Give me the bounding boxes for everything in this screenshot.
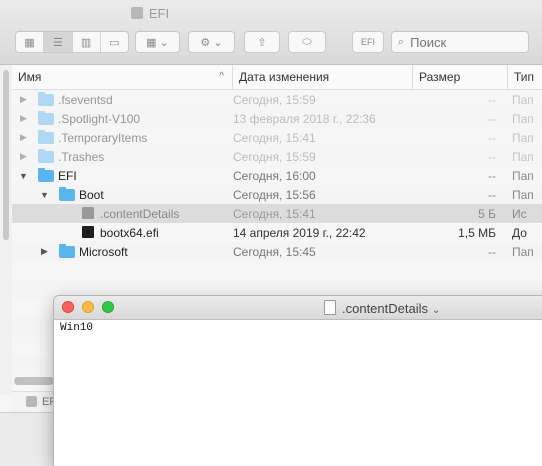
folder-icon (59, 187, 75, 201)
search-icon: ⌕ (398, 35, 405, 48)
disclosure-triangle-icon[interactable]: ▶ (20, 132, 27, 143)
minimize-button[interactable] (82, 301, 94, 313)
view-switcher: ▦ ☰ ▥ ▭ (15, 31, 129, 53)
search-input[interactable] (408, 33, 513, 51)
window-title: EFI (0, 6, 300, 21)
tag-button[interactable]: ⬭ (288, 31, 326, 53)
table-row[interactable]: ▶ Microsoft Сегодня, 15:45 -- Пап (12, 242, 542, 261)
efi-button[interactable]: EFI (352, 31, 384, 53)
disclosure-triangle-open-icon[interactable]: ▼ (40, 190, 49, 200)
disclosure-triangle-icon[interactable]: ▶ (41, 246, 48, 257)
text-content[interactable]: Win10 (54, 320, 542, 336)
folder-icon (38, 111, 54, 125)
folder-icon (59, 244, 75, 258)
table-row[interactable]: ▶ .fseventsd Сегодня, 15:59 -- Пап (12, 90, 542, 109)
sort-ascending-icon: ^ (219, 71, 224, 82)
table-row[interactable]: ▶ .Trashes Сегодня, 15:59 -- Пап (12, 147, 542, 166)
kind-column-header[interactable]: Тип (508, 65, 542, 89)
textedit-titlebar: .contentDetails ⌄ (54, 296, 542, 320)
search-field[interactable]: ⌕ (391, 31, 529, 53)
executable-icon (82, 226, 94, 238)
horizontal-scrollbar[interactable] (14, 377, 54, 385)
size-column-header[interactable]: Размер (413, 65, 508, 89)
group-button[interactable]: ▦ ⌄ (135, 31, 180, 53)
table-row[interactable]: ▼ EFI Сегодня, 16:00 -- Пап (12, 166, 542, 185)
table-row[interactable]: ▶ .TemporaryItems Сегодня, 15:41 -- Пап (12, 128, 542, 147)
action-button[interactable]: ⚙ ⌄ (188, 31, 235, 53)
table-row-selected[interactable]: .contentDetails Сегодня, 15:41 5 Б Ис (12, 204, 542, 223)
empty-row (12, 261, 542, 280)
share-button[interactable]: ⇧ (244, 31, 280, 53)
folder-icon (38, 92, 54, 106)
textedit-window: .contentDetails ⌄ Win10 (54, 296, 542, 466)
document-title[interactable]: .contentDetails ⌄ (324, 300, 440, 316)
disclosure-triangle-open-icon[interactable]: ▼ (19, 171, 28, 181)
date-column-header[interactable]: Дата изменения (233, 65, 413, 89)
table-row[interactable]: bootx64.efi 14 апреля 2019 г., 22:42 1,5 … (12, 223, 542, 242)
folder-icon (38, 130, 54, 144)
vertical-scrollbar[interactable] (3, 70, 9, 240)
column-view-button[interactable]: ▥ (73, 32, 101, 52)
disk-icon (130, 7, 143, 19)
gallery-view-button[interactable]: ▭ (101, 32, 128, 52)
disk-icon (26, 396, 37, 407)
folder-icon (38, 168, 54, 182)
finder-toolbar: EFI ▦ ☰ ▥ ▭ ▦ ⌄ ⚙ ⌄ ⇧ ⬭ EFI ⌕ (0, 0, 542, 65)
chevron-down-icon: ⌄ (432, 305, 441, 316)
disclosure-triangle-icon[interactable]: ▶ (20, 94, 27, 105)
document-icon (324, 300, 336, 315)
table-row[interactable]: ▶ .Spotlight-V100 13 февраля 2018 г., 22:… (12, 109, 542, 128)
list-view-button[interactable]: ☰ (44, 32, 73, 52)
table-row[interactable]: ▼ Boot Сегодня, 15:56 -- Пап (12, 185, 542, 204)
column-header: Имя ^ Дата изменения Размер Тип (12, 65, 542, 90)
close-button[interactable] (62, 301, 74, 313)
icon-view-button[interactable]: ▦ (16, 32, 45, 52)
disclosure-triangle-icon[interactable]: ▶ (20, 151, 27, 162)
document-icon (82, 207, 94, 219)
folder-icon (38, 149, 54, 163)
zoom-button[interactable] (102, 301, 114, 313)
disclosure-triangle-icon[interactable]: ▶ (20, 113, 27, 124)
name-column-header[interactable]: Имя ^ (12, 65, 233, 89)
